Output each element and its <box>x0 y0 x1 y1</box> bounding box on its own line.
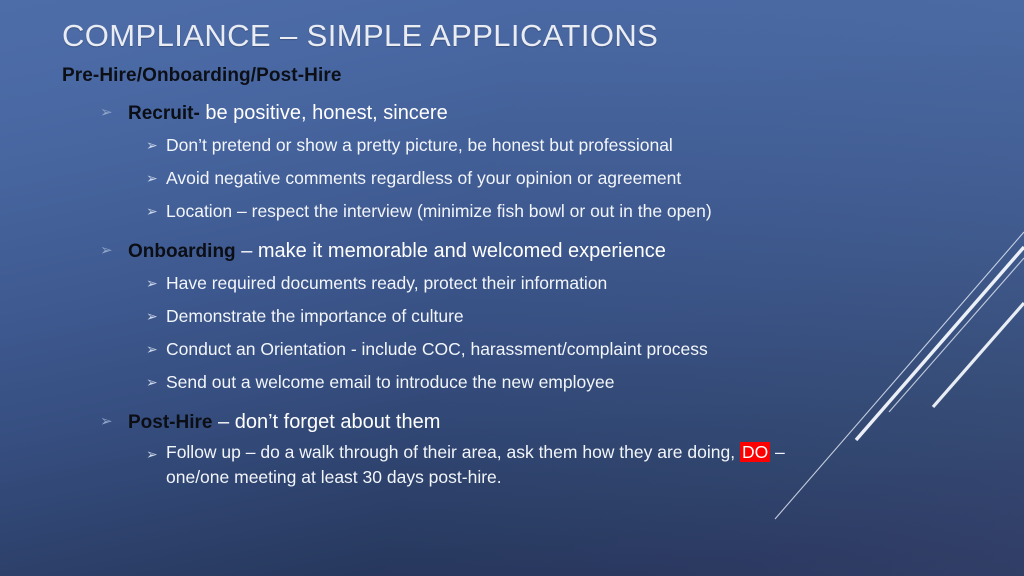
chevron-right-icon: ➢ <box>146 275 158 291</box>
chevron-right-icon: ➢ <box>146 203 158 219</box>
chevron-right-icon: ➢ <box>146 170 158 186</box>
list-item-level2: ➢ Location – respect the interview (minim… <box>0 197 1024 225</box>
page-subtitle: Pre-Hire/Onboarding/Post-Hire <box>62 65 342 86</box>
list-item-level2: ➢ Don’t pretend or show a pretty picture,… <box>0 131 1024 159</box>
list-item-level2: ➢ Have required documents ready, protect … <box>0 269 1024 297</box>
list-item-label: Don’t pretend or show a pretty picture, … <box>166 135 673 155</box>
list-item-label: Location – respect the interview (minimi… <box>166 201 712 221</box>
list-item-lead: Onboarding <box>128 241 236 262</box>
chevron-right-icon: ➢ <box>100 242 113 259</box>
list-item-level2: ➢ Avoid negative comments regardless of y… <box>0 164 1024 192</box>
list-item-level2-wrapped: ➢ Follow up – do a walk through of their … <box>0 440 816 490</box>
chevron-right-icon: ➢ <box>146 374 158 390</box>
final-item-before: Follow up – do a walk through of their a… <box>166 442 740 462</box>
chevron-right-icon: ➢ <box>146 446 158 462</box>
chevron-right-icon: ➢ <box>100 413 113 430</box>
list-item-level2: ➢ Send out a welcome email to introduce t… <box>0 368 1024 396</box>
highlighted-do-text: DO <box>739 442 771 462</box>
chevron-right-icon: ➢ <box>146 341 158 357</box>
list-item-label: Send out a welcome email to introduce th… <box>166 372 615 392</box>
list-item-level1: ➢ Onboarding – make it memorable and welc… <box>0 236 1024 267</box>
list-item-level2: ➢ Demonstrate the importance of culture <box>0 302 1024 330</box>
list-item-rest: – don’t forget about them <box>212 411 441 433</box>
chevron-right-icon: ➢ <box>146 308 158 324</box>
list-item-rest: – make it memorable and welcomed experie… <box>235 240 666 262</box>
list-item-lead: Recruit- <box>128 103 200 124</box>
list-item-level2: ➢ Conduct an Orientation - include COC, h… <box>0 335 1024 363</box>
list-item-rest: be positive, honest, sincere <box>199 102 448 124</box>
list-item-level1: ➢ Recruit- be positive, honest, sincere <box>0 98 1024 129</box>
list-item-label: Demonstrate the importance of culture <box>166 306 464 326</box>
list-item-label: Have required documents ready, protect t… <box>166 273 608 293</box>
chevron-right-icon: ➢ <box>146 137 158 153</box>
page-title: COMPLIANCE – SIMPLE APPLICATIONS <box>62 18 659 53</box>
chevron-right-icon: ➢ <box>100 104 113 121</box>
list-item-label: Conduct an Orientation - include COC, ha… <box>166 339 708 359</box>
list-item-lead: Post-Hire <box>128 412 213 433</box>
slide-canvas: COMPLIANCE – SIMPLE APPLICATIONS Pre-Hir… <box>0 0 1024 576</box>
list-item-level1: ➢ Post-Hire – don’t forget about them <box>0 407 1024 438</box>
list-item-label: Avoid negative comments regardless of yo… <box>166 168 682 188</box>
bullet-content: ➢ Recruit- be positive, honest, sincere ➢… <box>0 98 1024 495</box>
